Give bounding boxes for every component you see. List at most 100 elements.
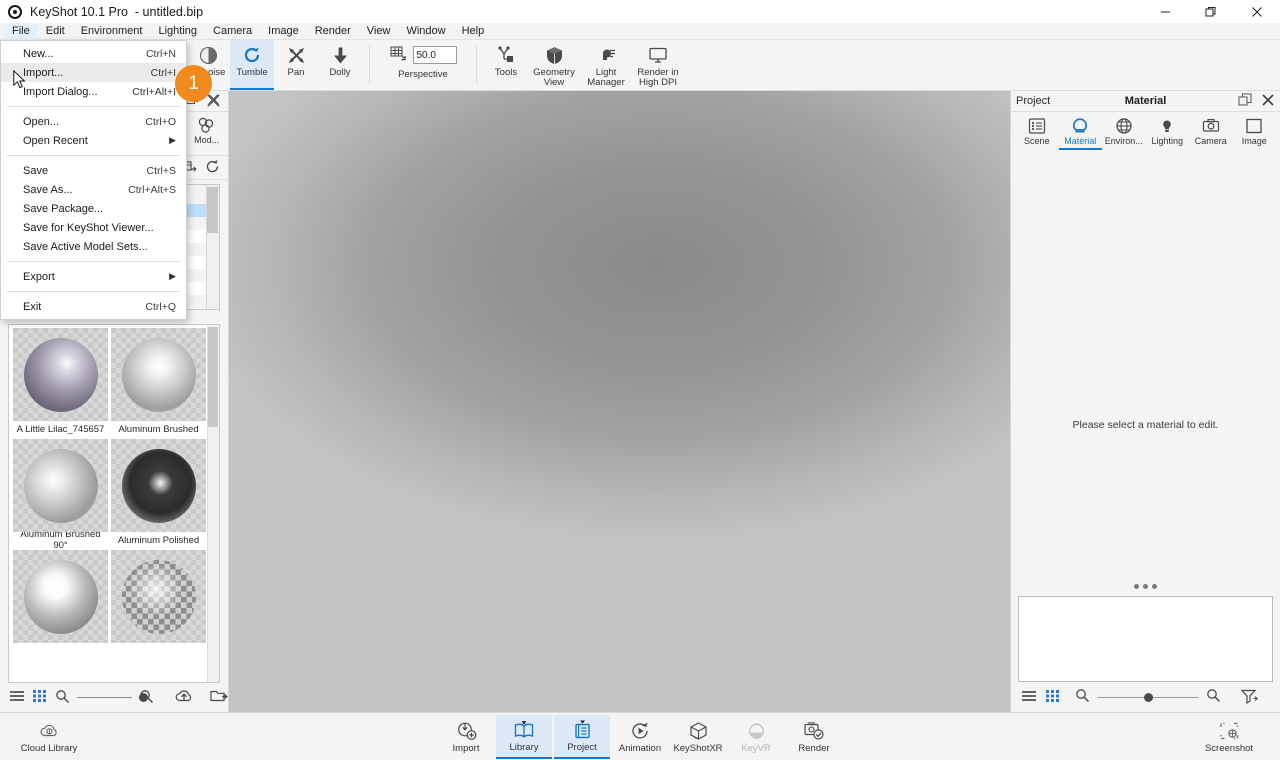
pan-button[interactable]: Pan: [274, 40, 318, 90]
tab-lighting[interactable]: Lighting: [1146, 115, 1190, 148]
zoom-out-icon[interactable]: [1075, 688, 1090, 706]
grid-view-icon[interactable]: [1045, 688, 1061, 707]
dock-project[interactable]: Project: [554, 715, 610, 759]
dock-cloud-library[interactable]: Cloud Library: [12, 715, 86, 759]
menu-help[interactable]: Help: [454, 23, 493, 40]
menu-item-save-active-model-sets[interactable]: Save Active Model Sets...: [1, 237, 186, 256]
menu-edit[interactable]: Edit: [38, 23, 73, 40]
menu-window[interactable]: Window: [398, 23, 453, 40]
menu-item-import[interactable]: Import... Ctrl+I: [1, 63, 186, 82]
close-icon[interactable]: [1261, 93, 1275, 110]
menu-item-save-for-keyshot-viewer[interactable]: Save for KeyShot Viewer...: [1, 218, 186, 237]
tab-image[interactable]: Image: [1233, 115, 1277, 148]
material-grid-scrollbar[interactable]: [207, 325, 219, 682]
dock-keyshotxr[interactable]: KeyShotXR: [670, 715, 726, 759]
library-tab-models[interactable]: Mod...: [185, 115, 228, 145]
cloud-upload-icon[interactable]: [175, 688, 193, 707]
menu-image[interactable]: Image: [260, 23, 307, 40]
grid-scroll-thumb[interactable]: [208, 327, 218, 427]
camera-icon: [1202, 115, 1220, 136]
dock-keyvr[interactable]: KeyVR: [728, 715, 784, 759]
menu-item-label: Save Active Model Sets...: [23, 241, 148, 253]
perspective-icon[interactable]: [390, 45, 407, 65]
filter-icon[interactable]: [1241, 688, 1258, 707]
material-item[interactable]: Aluminum Brushed 90°: [13, 439, 108, 548]
list-view-icon[interactable]: [9, 688, 25, 707]
menu-item-label: Open Recent: [23, 135, 88, 147]
menu-item-label: Save: [23, 165, 48, 177]
menu-separator: [7, 291, 180, 292]
tab-camera[interactable]: Camera: [1189, 115, 1233, 148]
menu-render[interactable]: Render: [307, 23, 359, 40]
project-resize-handle[interactable]: [1011, 579, 1280, 593]
menu-lighting[interactable]: Lighting: [150, 23, 205, 40]
material-item[interactable]: A Little Lilac_745657: [13, 328, 108, 437]
render-viewport[interactable]: [229, 91, 1010, 712]
project-icon: [572, 719, 593, 742]
dock-library[interactable]: Library: [496, 715, 552, 759]
close-button[interactable]: [1234, 0, 1280, 23]
material-item[interactable]: [111, 550, 206, 643]
thumbnail-size-slider[interactable]: [77, 697, 132, 698]
restore-button[interactable]: [1188, 0, 1234, 23]
light-manager-button[interactable]: Light Manager: [580, 40, 632, 90]
dolly-button[interactable]: Dolly: [318, 40, 362, 90]
material-preview-box[interactable]: [1018, 596, 1273, 682]
dock-render[interactable]: Render: [786, 715, 842, 759]
tab-material[interactable]: Material: [1059, 115, 1103, 150]
library-tab-models-label: Mod...: [194, 135, 219, 145]
tumble-button[interactable]: Tumble: [230, 40, 274, 90]
menu-view[interactable]: View: [359, 23, 399, 40]
zoom-out-icon[interactable]: [55, 689, 70, 707]
material-item[interactable]: Aluminum Polished: [111, 439, 206, 548]
menu-item-shortcut: Ctrl+N: [146, 48, 176, 60]
pan-label: Pan: [288, 68, 305, 78]
project-thumbnail-size-slider[interactable]: [1098, 697, 1198, 698]
list-view-icon[interactable]: [1021, 688, 1037, 707]
grid-view-icon[interactable]: [32, 688, 48, 707]
material-item[interactable]: Aluminum Brushed: [111, 328, 206, 437]
menu-item-save[interactable]: Save Ctrl+S: [1, 161, 186, 180]
refresh-icon[interactable]: [205, 159, 220, 177]
tools-label: Tools: [495, 68, 517, 78]
library-bottom-toolbar: [0, 683, 228, 712]
dock-animation[interactable]: Animation: [612, 715, 668, 759]
menu-item-open-recent[interactable]: Open Recent ▶: [1, 131, 186, 150]
material-grid[interactable]: A Little Lilac_745657 Aluminum Brushed A…: [8, 324, 220, 683]
menu-item-label: Import Dialog...: [23, 86, 98, 98]
handle-dot: [1152, 584, 1157, 589]
library-close-icon-ghost[interactable]: [206, 93, 221, 113]
material-item[interactable]: [13, 550, 108, 643]
perspective-input[interactable]: [413, 46, 457, 64]
menu-item-exit[interactable]: Exit Ctrl+Q: [1, 297, 186, 316]
menu-item-open[interactable]: Open... Ctrl+O: [1, 112, 186, 131]
tree-scrollbar[interactable]: [206, 185, 219, 309]
ribbon-separator-2: [476, 46, 477, 84]
menu-item-save-package[interactable]: Save Package...: [1, 199, 186, 218]
menu-environment[interactable]: Environment: [73, 23, 151, 40]
dock-import[interactable]: Import: [438, 715, 494, 759]
menu-item-save-as[interactable]: Save As... Ctrl+Alt+S: [1, 180, 186, 199]
menu-item-import-dialog[interactable]: Import Dialog... Ctrl+Alt+I: [1, 82, 186, 101]
tools-button[interactable]: Tools: [484, 40, 528, 90]
menu-item-export[interactable]: Export ▶: [1, 267, 186, 286]
tab-environment[interactable]: Environ...: [1102, 115, 1146, 148]
slider-knob[interactable]: [139, 693, 148, 702]
render-high-dpi-button[interactable]: Render in High DPI: [632, 40, 684, 90]
zoom-in-icon[interactable]: [1206, 688, 1221, 706]
menu-camera[interactable]: Camera: [205, 23, 260, 40]
tree-scroll-thumb[interactable]: [207, 187, 218, 233]
menu-item-label: Open...: [23, 116, 59, 128]
geometry-view-button[interactable]: Geometry View: [528, 40, 580, 90]
file-menu-dropdown[interactable]: New... Ctrl+N Import... Ctrl+I Import Di…: [0, 40, 187, 320]
geometry-view-label: Geometry View: [528, 68, 580, 88]
tab-scene[interactable]: Scene: [1015, 115, 1059, 148]
dock-screenshot[interactable]: Screenshot: [1192, 715, 1266, 759]
menu-file[interactable]: File: [4, 23, 38, 40]
slider-knob[interactable]: [1144, 693, 1153, 702]
menu-item-new[interactable]: New... Ctrl+N: [1, 44, 186, 63]
minimize-button[interactable]: [1142, 0, 1188, 23]
keyshotxr-icon: [688, 720, 709, 743]
float-panel-icon[interactable]: [1238, 93, 1252, 110]
open-folder-icon[interactable]: [210, 688, 228, 707]
